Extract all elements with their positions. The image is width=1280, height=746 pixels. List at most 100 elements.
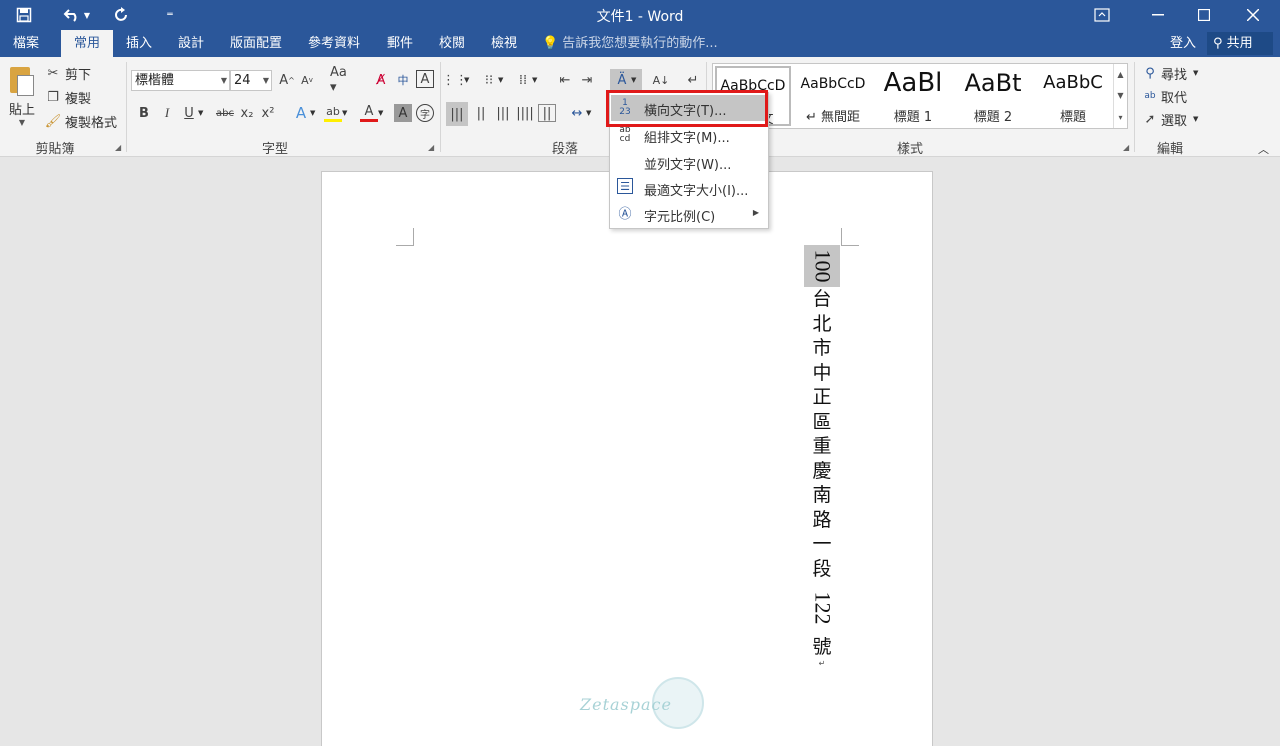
style-sample: AaBl [883, 68, 943, 98]
tab-mailings[interactable]: 郵件 [378, 30, 422, 57]
minimize-icon[interactable] [1135, 0, 1181, 30]
tab-design[interactable]: 設計 [168, 30, 214, 57]
sign-in-link[interactable]: 登入 [1170, 30, 1196, 57]
paste-button[interactable]: 貼上 ▼ [4, 63, 40, 135]
tab-file[interactable]: 檔案 [0, 30, 52, 57]
tab-review[interactable]: 校閱 [430, 30, 474, 57]
tab-home[interactable]: 常用 [61, 30, 113, 57]
shrink-font-button[interactable]: Av [298, 71, 316, 89]
fit-text-icon: ☰ [617, 178, 633, 194]
style-sample: AaBbC [1043, 72, 1103, 93]
chevron-down-icon[interactable]: ▼ [310, 109, 315, 117]
align-right-button[interactable]: ||| [494, 104, 512, 122]
chevron-down-icon[interactable]: ▼ [631, 76, 636, 84]
decrease-indent-button[interactable]: ⇤ [556, 71, 574, 89]
address-char: 區 [812, 410, 832, 433]
select-label: 選取 [1161, 113, 1188, 129]
tab-insert[interactable]: 插入 [116, 30, 162, 57]
subscript-button[interactable]: x₂ [238, 104, 256, 122]
menu-item-fit-text[interactable]: ☰ 最適文字大小(I)... [611, 175, 767, 201]
style-tile-heading-2[interactable]: AaBt 標題 2 [955, 66, 1031, 126]
text-effects-button[interactable]: A ▼ [292, 104, 316, 122]
cut-button[interactable]: ✂ 剪下 [44, 63, 91, 83]
close-icon[interactable] [1230, 0, 1276, 30]
bold-button[interactable]: B [135, 104, 153, 122]
maximize-icon[interactable] [1181, 0, 1227, 30]
combine-characters-icon: ab cd [619, 125, 631, 144]
style-tile-no-spacing[interactable]: AaBbCcD ↵ 無間距 [795, 66, 871, 126]
align-center-button[interactable]: || [472, 104, 490, 122]
font-size-combo[interactable]: 24 ▼ [230, 70, 272, 91]
menu-item-two-lines-in-one[interactable]: 並列文字(W)... [611, 149, 767, 175]
align-left-button[interactable]: ||| [446, 102, 468, 126]
underline-button[interactable]: U ▼ [180, 104, 203, 122]
numbering-button[interactable]: ⁝⁝ ▼ [480, 71, 504, 89]
menu-item-character-scaling[interactable]: Ⓐ 字元比例(C) ▶ [611, 201, 767, 227]
enclose-characters-button[interactable]: A [416, 70, 434, 88]
format-painter-button[interactable]: 🖌 複製格式 [44, 111, 117, 131]
paste-dropdown-icon[interactable]: ▼ [19, 118, 25, 127]
scroll-down-icon[interactable]: ▼ [1117, 91, 1123, 100]
chevron-down-icon[interactable]: ▼ [586, 109, 591, 117]
replace-button[interactable]: ab 取代 [1141, 86, 1187, 106]
font-color-button[interactable]: A ▼ [360, 104, 383, 122]
character-shading-button[interactable]: A [394, 104, 412, 122]
clear-formatting-button[interactable]: A̸ [372, 71, 390, 89]
chevron-down-icon[interactable]: ▼ [464, 76, 469, 84]
style-tile-heading-1[interactable]: AaBl 標題 1 [875, 66, 951, 126]
numbering-icon: ⁝⁝ [484, 72, 494, 88]
change-case-button[interactable]: Aa ▾ [330, 65, 356, 95]
distributed-button[interactable]: || [538, 104, 556, 122]
justify-button[interactable]: |||| [516, 104, 534, 122]
asian-layout-button[interactable]: Ä ▼ [610, 69, 642, 91]
chevron-down-icon[interactable]: ▼ [1193, 69, 1198, 77]
grow-font-button[interactable]: A ^ [278, 71, 296, 89]
tab-layout[interactable]: 版面配置 [222, 30, 290, 57]
text-direction-button[interactable]: ↔ ▼ [568, 104, 592, 122]
phonetic-guide-button[interactable]: 中 [394, 71, 412, 89]
scroll-up-icon[interactable]: ▲ [1117, 70, 1123, 79]
text-direction-icon: ↔ [571, 105, 583, 121]
italic-button[interactable]: I [158, 104, 176, 122]
chevron-down-icon[interactable]: ▼ [1193, 115, 1198, 123]
chevron-up-icon: ︿ [1258, 143, 1269, 156]
font-name-combo[interactable]: 標楷體 ▼ [131, 70, 230, 91]
increase-indent-button[interactable]: ⇥ [578, 71, 596, 89]
address-char: 重 [812, 435, 832, 457]
vertical-address-text[interactable]: 100 台 北 市 中 正 區 重 慶 南 路 一 段 122 號 ↵ [804, 245, 840, 668]
chevron-down-icon[interactable]: ▼ [532, 76, 537, 84]
tab-references[interactable]: 參考資料 [300, 30, 368, 57]
strikethrough-button[interactable]: abc [213, 104, 237, 122]
select-button[interactable]: ➚ 選取 ▼ [1141, 109, 1199, 129]
highlight-color-button[interactable]: ab ▼ [324, 104, 347, 122]
tell-me-box[interactable]: 💡 告訴我您想要執行的動作... [542, 30, 718, 57]
chevron-down-icon[interactable]: ▼ [198, 109, 203, 117]
chevron-down-icon[interactable]: ▼ [342, 109, 347, 117]
copy-button[interactable]: ❐ 複製 [44, 87, 91, 107]
multilevel-list-button[interactable]: ⁞⁞ ▼ [514, 71, 538, 89]
tab-view[interactable]: 檢視 [482, 30, 526, 57]
copy-icon: ❐ [47, 89, 59, 105]
find-button[interactable]: ⚲ 尋找 ▼ [1141, 63, 1198, 83]
address-char: 中 [812, 361, 832, 384]
enclose-circle-button[interactable]: 字 [416, 104, 434, 122]
chevron-down-icon[interactable]: ▼ [378, 109, 383, 117]
chevron-down-icon[interactable]: ▼ [498, 76, 503, 84]
sort-button[interactable]: A↓ [652, 71, 670, 89]
ribbon-display-options-icon[interactable] [1079, 0, 1125, 30]
gallery-scroll[interactable]: ▲ ▼ ▾ [1113, 64, 1127, 128]
document-page[interactable]: 100 台 北 市 中 正 區 重 慶 南 路 一 段 122 號 ↵ Zeta… [321, 171, 933, 746]
style-tile-title[interactable]: AaBbC 標題 [1035, 66, 1111, 126]
styles-gallery[interactable]: AaBbCcD ↵ 內文 AaBbCcD ↵ 無間距 AaBl 標題 1 AaB… [712, 63, 1128, 129]
font-launcher-icon[interactable]: ◢ [428, 143, 434, 152]
clipboard-launcher-icon[interactable]: ◢ [115, 143, 121, 152]
strikethrough-icon: abc [216, 107, 234, 119]
bullets-button[interactable]: ⋮⋮ ▼ [442, 71, 469, 89]
more-styles-icon[interactable]: ▾ [1118, 113, 1122, 122]
collapse-ribbon-button[interactable]: ︿ [1258, 141, 1269, 157]
superscript-button[interactable]: x² [259, 104, 277, 122]
share-button[interactable]: ⚲ 共用 [1207, 32, 1273, 55]
styles-launcher-icon[interactable]: ◢ [1123, 143, 1129, 152]
show-marks-button[interactable]: ↵ [684, 71, 702, 89]
zip-code-selected[interactable]: 100 [804, 245, 840, 287]
